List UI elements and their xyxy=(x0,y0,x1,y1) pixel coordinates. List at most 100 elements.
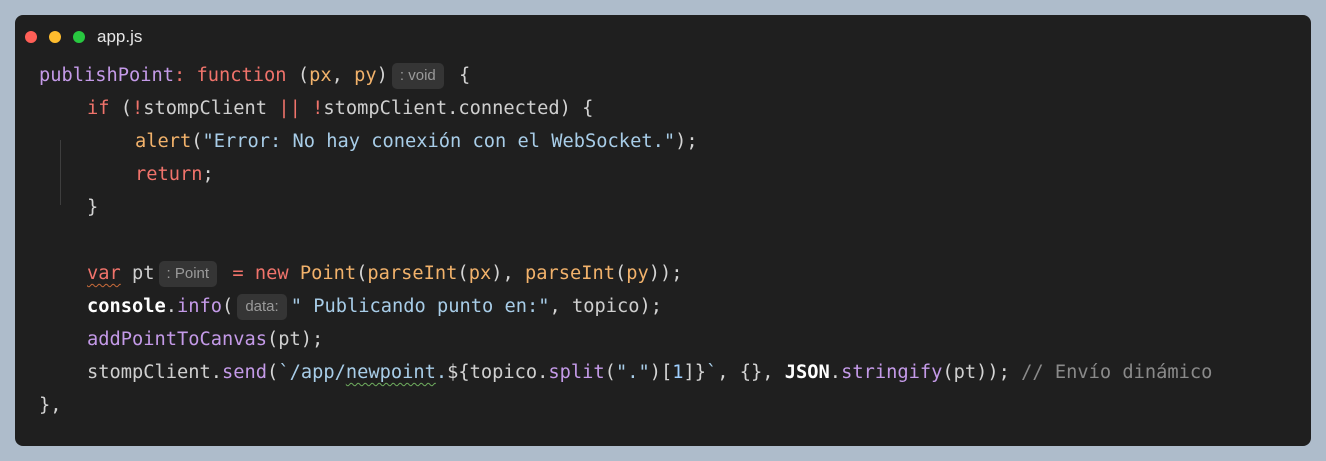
token-punc: )); xyxy=(976,362,1010,383)
token-punc: ( xyxy=(109,98,133,119)
token-punc: . xyxy=(210,362,223,383)
token-punc: ${ xyxy=(447,362,470,383)
token-punc: ( xyxy=(267,329,279,350)
token-punc: ( xyxy=(942,362,954,383)
code-line-2: if (!stompClient || !stompClient.connect… xyxy=(39,92,1212,125)
token-function-name: publishPoint xyxy=(39,65,175,86)
token-param: px xyxy=(309,65,332,86)
token-punc: ( xyxy=(222,296,234,317)
token-punc: ( xyxy=(286,65,310,86)
token-keyword: function xyxy=(196,65,287,86)
token-keyword: if xyxy=(87,98,110,119)
token-keyword: new xyxy=(254,263,289,284)
code-window: app.js publishPoint: function (px, py): … xyxy=(15,15,1311,446)
token-string: " Publicando punto en:" xyxy=(290,296,550,317)
file-name: app.js xyxy=(97,27,143,46)
token-punc: . xyxy=(537,362,549,383)
token-identifier: topico xyxy=(469,362,538,383)
token-identifier: connected xyxy=(458,98,560,119)
token-punc: ( xyxy=(191,131,203,152)
token-identifier: stompClient xyxy=(143,98,268,119)
token-punc: , {}, xyxy=(717,362,785,383)
token-punc: . xyxy=(829,362,842,383)
code-line-8: console.info(data: " Publicando punto en:… xyxy=(39,290,1212,323)
token-punc: ( xyxy=(356,263,368,284)
token-punc: , xyxy=(331,65,355,86)
token-punc: } xyxy=(87,197,99,218)
token-punc: ) { xyxy=(559,98,594,119)
token-comment: // Envío dinámico xyxy=(1009,362,1213,383)
token-number: 1 xyxy=(672,362,684,383)
token-punc: ; xyxy=(202,164,214,185)
token-operator: = xyxy=(221,263,255,284)
token-operator: || xyxy=(267,98,313,119)
token-object: console xyxy=(87,296,166,317)
window-titlebar: app.js xyxy=(15,15,1311,59)
token-identifier: stompClient xyxy=(323,98,448,119)
token-class: Point xyxy=(299,263,357,284)
token-punc: . xyxy=(447,98,459,119)
close-window-icon[interactable] xyxy=(25,31,37,43)
code-line-4: return; xyxy=(39,158,1212,191)
token-template: . xyxy=(435,362,448,383)
token-template: newpoint xyxy=(345,362,436,383)
code-line-9: addPointToCanvas(pt); xyxy=(39,323,1212,356)
maximize-window-icon[interactable] xyxy=(73,31,85,43)
code-line-5: } xyxy=(39,191,1212,224)
token-object: JSON xyxy=(784,362,830,383)
token-punc: ( xyxy=(457,263,469,284)
token-punc: )[ xyxy=(649,362,673,383)
token-method: info xyxy=(177,296,223,317)
token-punc: ]} xyxy=(683,362,706,383)
token-punc: ); xyxy=(639,296,663,317)
code-line-3: alert("Error: No hay conexión con el Web… xyxy=(39,125,1212,158)
token-punc: )); xyxy=(648,263,683,284)
token-method: stringify xyxy=(841,362,943,383)
code-line-7: var pt: Point = new Point(parseInt(px), … xyxy=(39,257,1212,290)
minimize-window-icon[interactable] xyxy=(49,31,61,43)
inlay-param-hint: data: xyxy=(237,293,287,320)
token-method: split xyxy=(548,362,605,383)
token-function-call: parseInt xyxy=(524,263,615,284)
token-punc: ), xyxy=(491,263,525,284)
token-punc: ); xyxy=(300,329,324,350)
code-line-10: stompClient.send(`/app/newpoint.${topico… xyxy=(39,356,1212,389)
token-punc: }, xyxy=(39,395,62,416)
token-punc: ) xyxy=(376,65,388,86)
token-punc: , xyxy=(549,296,572,317)
token-function-call: parseInt xyxy=(367,263,458,284)
token-keyword: return xyxy=(135,164,203,185)
token-identifier: pt xyxy=(953,362,977,383)
token-punc: ); xyxy=(675,131,698,152)
token-identifier: topico xyxy=(571,296,640,317)
token-param: py xyxy=(354,65,377,86)
token-string: "." xyxy=(615,362,650,383)
token-punc: ( xyxy=(267,362,279,383)
token-punc: ( xyxy=(604,362,616,383)
token-punc: . xyxy=(165,296,178,317)
token-method: send xyxy=(222,362,268,383)
token-operator: ! xyxy=(132,98,144,119)
token-punc xyxy=(289,263,300,284)
token-colon: : xyxy=(174,65,186,86)
code-line-1: publishPoint: function (px, py): void { xyxy=(39,59,1212,92)
token-param: px xyxy=(468,263,492,284)
token-punc: ( xyxy=(614,263,627,284)
token-identifier: pt xyxy=(132,263,155,284)
token-function-call: alert xyxy=(135,131,192,152)
inlay-type-hint: : Point xyxy=(158,260,218,287)
token-template: ` xyxy=(706,362,718,383)
token-operator: ! xyxy=(312,98,324,119)
token-function-call: addPointToCanvas xyxy=(87,329,268,350)
token-param: py xyxy=(626,263,649,284)
token-identifier: stompClient xyxy=(87,362,211,383)
code-line-11: }, xyxy=(39,389,1212,422)
token-punc: { xyxy=(447,65,471,86)
token-identifier: pt xyxy=(278,329,301,350)
token-keyword: var xyxy=(87,263,121,284)
token-template: `/app/ xyxy=(278,362,346,383)
code-editor[interactable]: publishPoint: function (px, py): void { … xyxy=(39,59,1212,422)
inlay-type-hint: : void xyxy=(391,62,444,89)
token-punc xyxy=(121,263,132,284)
